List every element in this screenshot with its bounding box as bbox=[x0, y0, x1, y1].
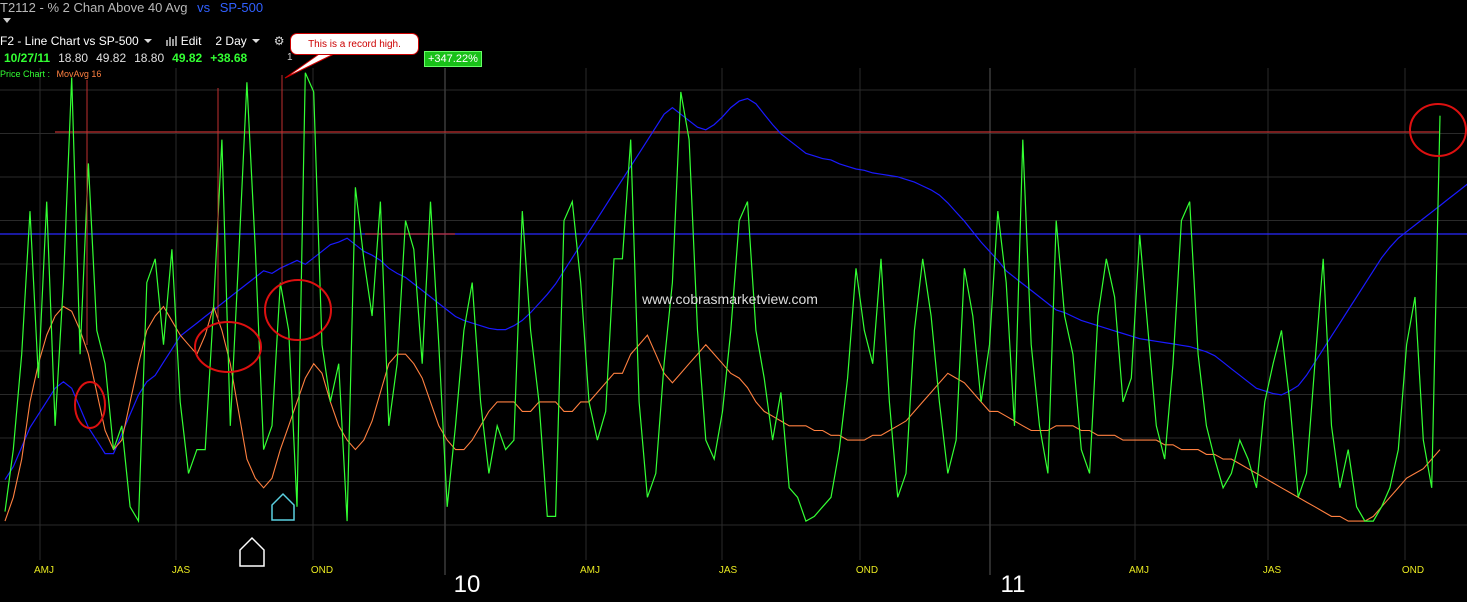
settings-button[interactable]: ⚙ bbox=[274, 34, 289, 48]
vs-label: vs bbox=[197, 0, 211, 15]
year-label: 10 bbox=[454, 571, 481, 598]
period-label: 2 Day bbox=[215, 34, 247, 48]
up-arrow-marker-white bbox=[239, 536, 265, 567]
compare-symbol: SP-500 bbox=[219, 0, 264, 15]
quote-change: +38.68 bbox=[210, 51, 248, 65]
month-label: JAS bbox=[1263, 565, 1282, 576]
edit-label: Edit bbox=[180, 34, 202, 48]
highlight-circle bbox=[1409, 103, 1467, 157]
callout-text: This is a record high. bbox=[308, 38, 401, 50]
legend-movavg: MovAvg 16 bbox=[56, 69, 102, 79]
chart-grid bbox=[0, 68, 1467, 575]
edit-button[interactable]: Edit bbox=[165, 34, 202, 48]
chart-canvas: AMJ JAS OND 10 AMJ JAS OND 11 AMJ JAS OND www.cobr… bbox=[0, 51, 1467, 598]
month-label: JAS bbox=[719, 565, 738, 576]
chevron-down-icon bbox=[251, 39, 260, 43]
legend: Price Chart : MovAvg 16 bbox=[0, 69, 101, 79]
record-high-callout: This is a record high. bbox=[290, 33, 419, 55]
month-label: OND bbox=[1402, 565, 1424, 576]
legend-price-chart: Price Chart : bbox=[0, 69, 51, 79]
chevron-down-icon bbox=[143, 39, 152, 43]
month-label: AMJ bbox=[580, 565, 600, 576]
quote-open: 18.80 bbox=[58, 51, 89, 65]
quote-low: 18.80 bbox=[134, 51, 165, 65]
chart-type-label: F2 - Line Chart vs SP-500 bbox=[0, 34, 139, 48]
up-arrow-marker-cyan bbox=[271, 492, 295, 521]
chart-title: T2112 - % 2 Chan Above 40 Avg vs SP-500 bbox=[0, 0, 263, 15]
month-label: AMJ bbox=[34, 565, 54, 576]
annotations bbox=[74, 51, 1467, 567]
chart-toolbar: F2 - Line Chart vs SP-500 Edit 2 Day ⚙ bbox=[0, 33, 303, 49]
month-label: OND bbox=[311, 565, 333, 576]
watermark-text: www.cobrasmarketview.com bbox=[641, 291, 818, 307]
year-label: 11 bbox=[1001, 571, 1026, 598]
percent-change-badge: +347.22% bbox=[424, 51, 482, 67]
month-label: AMJ bbox=[1129, 565, 1149, 576]
bar-chart-icon bbox=[165, 36, 177, 46]
chart-type-dropdown[interactable]: F2 - Line Chart vs SP-500 bbox=[0, 34, 152, 48]
month-label: JAS bbox=[172, 565, 191, 576]
indicator-title: - % 2 Chan Above 40 Avg bbox=[39, 0, 188, 15]
marker-label: 1 bbox=[287, 52, 293, 63]
gear-icon: ⚙ bbox=[273, 34, 285, 48]
x-axis-labels: AMJ JAS OND 10 AMJ JAS OND 11 AMJ JAS OND bbox=[34, 565, 1424, 598]
period-dropdown[interactable]: 2 Day bbox=[215, 34, 260, 48]
menu-caret-icon[interactable] bbox=[3, 18, 11, 23]
quote-date: 10/27/11 bbox=[4, 51, 51, 65]
month-label: OND bbox=[856, 565, 878, 576]
quote-high: 49.82 bbox=[96, 51, 127, 65]
series-sp500 bbox=[4, 97, 1467, 481]
quote-bar: 10/27/11 18.80 49.82 18.80 49.82 +38.68 bbox=[4, 51, 247, 65]
symbol: T2112 bbox=[0, 0, 36, 15]
quote-last: 49.82 bbox=[172, 51, 203, 65]
